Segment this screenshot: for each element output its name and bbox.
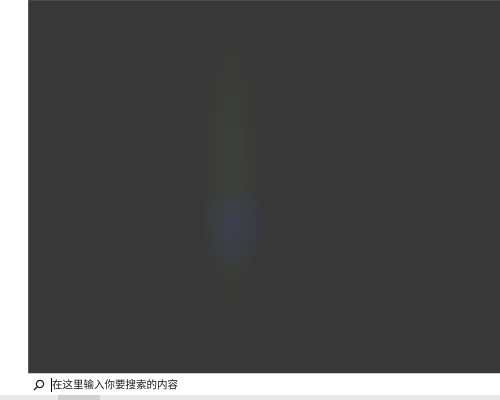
taskbar-edge bbox=[0, 395, 500, 400]
background-glow bbox=[201, 21, 261, 321]
desktop-screen: 在这里输入你要搜索的内容 bbox=[0, 0, 500, 400]
search-icon bbox=[28, 374, 50, 396]
background-glow bbox=[199, 181, 269, 271]
search-input[interactable]: 在这里输入你要搜索的内容 bbox=[52, 375, 500, 395]
taskbar-search-box[interactable]: 在这里输入你要搜索的内容 bbox=[28, 373, 500, 395]
search-flyout-panel bbox=[28, 0, 500, 373]
taskbar-segment bbox=[58, 395, 100, 400]
desktop-background bbox=[0, 0, 28, 400]
